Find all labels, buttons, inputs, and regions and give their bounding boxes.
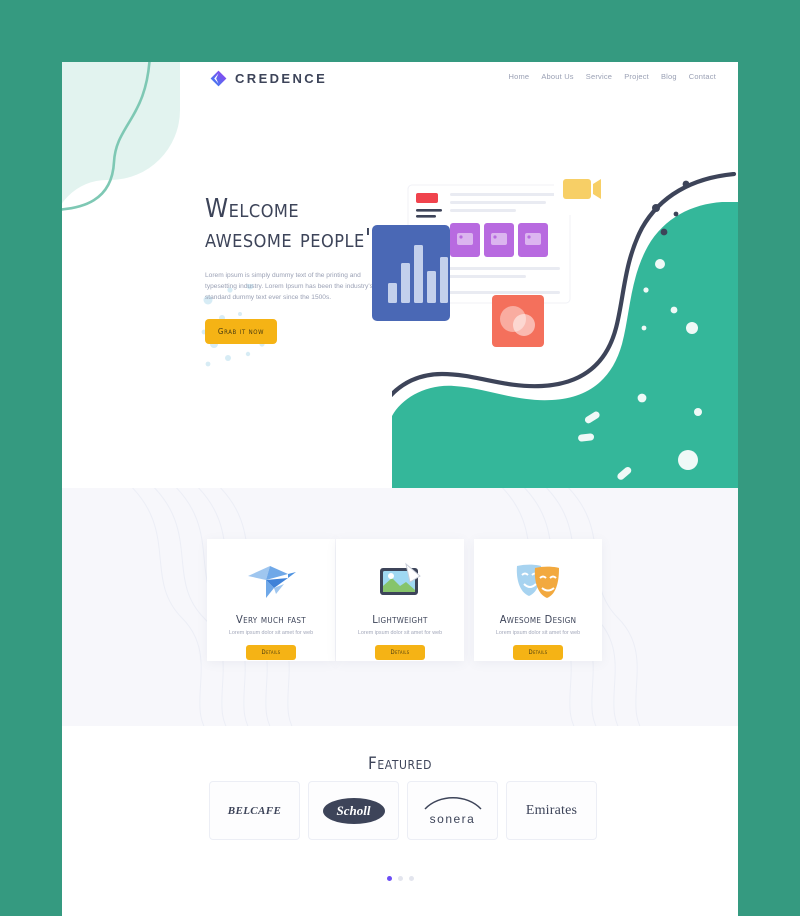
arc-icon: [423, 796, 482, 809]
pagination-dot-2[interactable]: [397, 876, 403, 881]
feature-cards: Very much fast Lorem ipsum dolor sit ame…: [62, 488, 738, 726]
brand-logo-list: BELCAFE Scholl sonera Emirates: [209, 781, 597, 840]
brand-label: Scholl: [322, 797, 385, 824]
hero-section: CREDENCE Home About Us Service Project B…: [62, 62, 738, 488]
feature-card-text: Lorem ipsum dolor sit amet for web: [228, 630, 314, 636]
featured-heading: Featured: [367, 754, 432, 774]
carousel-pagination: [62, 876, 738, 881]
sonera-mark: sonera: [421, 796, 485, 826]
diamond-logo-icon: [210, 70, 227, 87]
details-button[interactable]: Details: [246, 645, 296, 660]
brand-name: CREDENCE: [235, 71, 328, 86]
feature-card-very-much-fast[interactable]: Very much fast Lorem ipsum dolor sit ame…: [207, 539, 335, 661]
nav-item-project[interactable]: Project: [624, 72, 649, 81]
feature-card-title: Awesome Design: [499, 613, 577, 626]
featured-section: Featured BELCAFE Scholl sonera Emirates: [62, 726, 738, 916]
brand-sonera[interactable]: sonera: [407, 781, 498, 840]
hero-illustration: [372, 167, 612, 347]
hero-paragraph: Lorem ipsum is simply dummy text of the …: [205, 272, 373, 301]
brand-emirates[interactable]: Emirates: [506, 781, 597, 840]
brand-label: Emirates: [525, 802, 578, 818]
brand-label: sonera: [429, 811, 476, 826]
details-button[interactable]: Details: [513, 645, 563, 660]
screenshot-root: CREDENCE Home About Us Service Project B…: [0, 0, 800, 916]
brand-label: BELCAFE: [227, 804, 282, 817]
nav-item-about-us[interactable]: About Us: [541, 72, 573, 81]
feature-card-lightweight[interactable]: Lightweight Lorem ipsum dolor sit amet f…: [336, 539, 464, 661]
brand-belcafe[interactable]: BELCAFE: [209, 781, 300, 840]
headline-line-2: awesome people's: [205, 224, 383, 254]
grab-it-now-button[interactable]: Grab it now: [205, 319, 277, 344]
site-header: CREDENCE Home About Us Service Project B…: [62, 62, 738, 110]
headline-line-1: Welcome: [205, 194, 300, 224]
nav-item-blog[interactable]: Blog: [661, 72, 677, 81]
pagination-dot-1[interactable]: [386, 876, 392, 881]
website-canvas: CREDENCE Home About Us Service Project B…: [62, 62, 738, 916]
origami-bird-icon: [207, 539, 335, 609]
navy-dot-cluster-decoration-2: [652, 180, 690, 236]
feature-card-title: Lightweight: [372, 613, 428, 626]
navy-dot-cluster-decoration: [62, 470, 222, 488]
feature-card-text: Lorem ipsum dolor sit amet for web: [357, 630, 443, 636]
features-section: Very much fast Lorem ipsum dolor sit ame…: [62, 488, 738, 726]
main-nav: Home About Us Service Project Blog Conta…: [509, 72, 717, 81]
feature-card-text: Lorem ipsum dolor sit amet for web: [495, 630, 581, 636]
theatre-masks-icon: [474, 539, 602, 609]
nav-item-contact[interactable]: Contact: [689, 72, 716, 81]
image-tablet-icon: [336, 539, 464, 609]
brand-logo[interactable]: CREDENCE: [210, 70, 327, 87]
nav-item-service[interactable]: Service: [586, 72, 612, 81]
feature-card-title: Very much fast: [236, 613, 306, 626]
details-button[interactable]: Details: [375, 645, 425, 660]
nav-item-home[interactable]: Home: [509, 72, 530, 81]
pagination-dot-3[interactable]: [408, 876, 414, 881]
feature-card-awesome-design[interactable]: Awesome Design Lorem ipsum dolor sit ame…: [474, 539, 602, 661]
brand-scholl[interactable]: Scholl: [308, 781, 399, 840]
